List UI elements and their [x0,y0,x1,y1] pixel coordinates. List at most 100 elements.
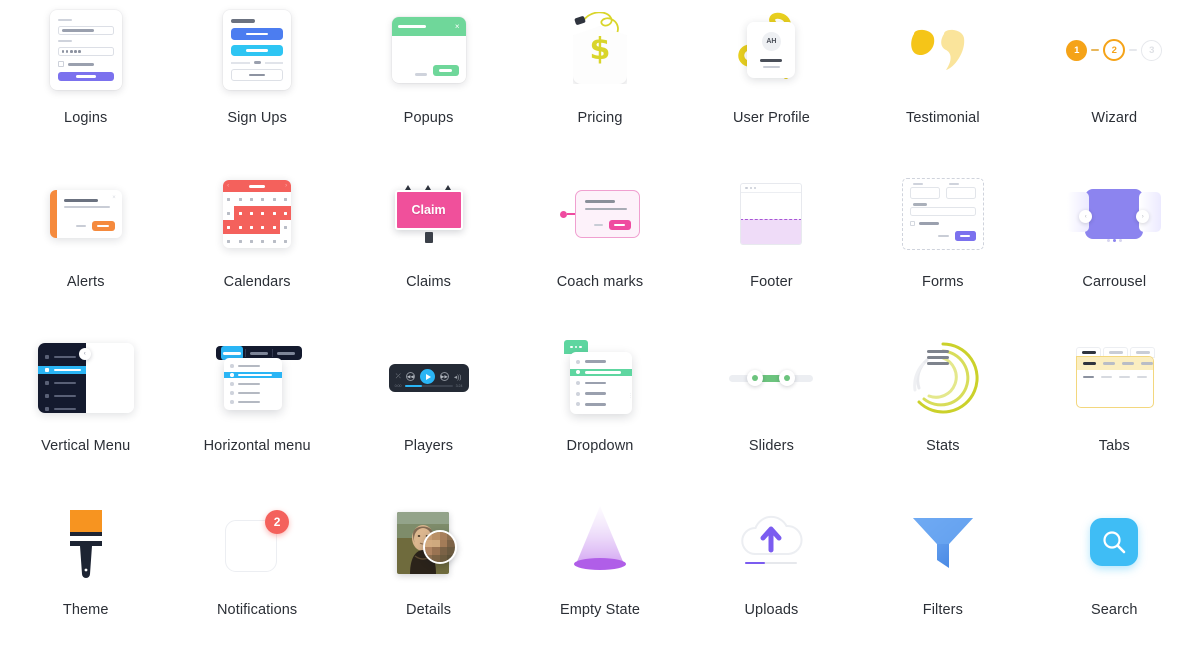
category-label: Filters [922,602,963,618]
category-tile-dropdown[interactable]: ⋮ Dropdown [514,330,685,494]
forward-icon: ▶▶ [439,372,449,381]
category-tile-wizard[interactable]: 1 2 3 Wizard [1029,2,1200,166]
signup-form-icon [209,2,305,98]
login-form-icon [38,2,134,98]
category-tile-vertical-menu[interactable]: ‹ Vertical Menu [0,330,171,494]
category-tile-logins[interactable]: Logins [0,2,171,166]
form-fields-icon [895,166,991,262]
category-label: User Profile [732,110,810,126]
profile-card-icon: AH [723,2,819,98]
category-tile-sign-ups[interactable]: Sign Ups [171,2,342,166]
empty-spotlight-icon [552,494,648,590]
magnifier-artwork-icon [381,494,477,590]
category-label: Wizard [1091,110,1138,126]
category-tile-details[interactable]: Details [343,494,514,658]
slider-handle-left [747,370,764,386]
notification-badge-icon: 2 [209,494,305,590]
category-tile-alerts[interactable]: × Alerts [0,166,171,330]
dollar-sign: $ [589,32,611,67]
category-tile-claims[interactable]: Claim Claims [343,166,514,330]
category-label: Footer [750,274,793,290]
category-label: Search [1091,602,1138,618]
play-icon [419,369,435,384]
media-player-icon: ⤫ ◀◀ ▶▶ ◂)) 0:00 3:24 [381,330,477,426]
billboard-text: Claim [411,203,446,217]
category-tile-search[interactable]: Search [1029,494,1200,658]
alert-banner-icon: × [38,166,134,262]
quotation-marks-icon [895,2,991,98]
tabbed-panel-icon [1066,330,1162,426]
category-label: Stats [926,438,960,454]
category-label: Tabs [1098,438,1130,454]
category-label: Logins [64,110,108,126]
category-label: Testimonial [906,110,980,126]
badge-count: 2 [265,510,290,534]
category-tile-pricing[interactable]: $ Pricing [514,2,685,166]
category-tile-user-profile[interactable]: AH User Profile [686,2,857,166]
category-label: Carrousel [1082,274,1147,290]
popup-modal-icon: × [381,2,477,98]
category-tile-horizontal-menu[interactable]: Horizontal menu [171,330,342,494]
category-tile-coach-marks[interactable]: Coach marks [514,166,685,330]
category-tile-tabs[interactable]: Tabs [1029,330,1200,494]
category-label: Popups [403,110,454,126]
category-tile-empty-state[interactable]: Empty State [514,494,685,658]
category-tile-forms[interactable]: Forms [857,166,1028,330]
category-tile-uploads[interactable]: Uploads [686,494,857,658]
category-tile-stats[interactable]: Stats [857,330,1028,494]
category-label: Sliders [748,438,794,454]
wizard-step-3: 3 [1141,39,1163,61]
slider-handle-right [779,370,796,386]
category-label: Vertical Menu [41,438,131,454]
category-tile-testimonial[interactable]: Testimonial [857,2,1028,166]
category-tile-footer[interactable]: Footer [686,166,857,330]
rewind-icon: ◀◀ [405,372,415,381]
category-label: Coach marks [556,274,644,290]
category-label: Forms [922,274,964,290]
wizard-step-1: 1 [1066,39,1088,61]
category-label: Empty State [559,602,641,618]
page-footer-icon [723,166,819,262]
category-label: Uploads [744,602,799,618]
category-label: Details [406,602,452,618]
paint-brush-icon [38,494,134,590]
funnel-filter-icon [895,494,991,590]
vertical-menu-icon: ‹ [37,330,134,426]
category-tile-theme[interactable]: Theme [0,494,171,658]
category-label: Theme [62,602,109,618]
category-label: Sign Ups [227,110,287,126]
carousel-slider-icon: ‹ › [1066,166,1162,262]
category-label: Alerts [66,274,105,290]
icon-grid: Logins Sign Ups × Popups $ Pricing AH Us… [0,0,1200,663]
coach-mark-tooltip-icon [552,166,648,262]
category-label: Players [404,438,454,454]
category-tile-notifications[interactable]: 2 Notifications [171,494,342,658]
calendar-icon: ‹ › [209,166,305,262]
avatar-initials: AH [761,31,781,51]
magnifier-lens [422,530,457,564]
category-label: Claims [406,274,452,290]
horizontal-menu-icon [209,330,305,426]
volume-icon: ◂)) [453,373,462,381]
donut-chart-icon [895,330,991,426]
category-tile-calendars[interactable]: ‹ › Calendars [171,166,342,330]
magnifying-glass-icon [1066,494,1162,590]
category-tile-popups[interactable]: × Popups [343,2,514,166]
cloud-upload-icon [723,494,819,590]
step-wizard-icon: 1 2 3 [1066,2,1163,98]
dropdown-list-icon: ⋮ [552,330,648,426]
billboard-icon: Claim [381,166,477,262]
category-label: Dropdown [566,438,634,454]
category-tile-filters[interactable]: Filters [857,494,1028,658]
category-tile-carrousel[interactable]: ‹ › Carrousel [1029,166,1200,330]
category-label: Notifications [216,602,298,618]
category-tile-players[interactable]: ⤫ ◀◀ ▶▶ ◂)) 0:00 3:24 Players [343,330,514,494]
category-label: Horizontal menu [203,438,311,454]
shuffle-icon: ⤫ [395,372,401,380]
category-label: Pricing [577,110,623,126]
category-tile-sliders[interactable]: Sliders [686,330,857,494]
range-slider-icon [723,330,819,426]
wizard-step-2: 2 [1103,39,1126,61]
category-label: Calendars [223,274,291,290]
price-tag-icon: $ [552,2,648,98]
